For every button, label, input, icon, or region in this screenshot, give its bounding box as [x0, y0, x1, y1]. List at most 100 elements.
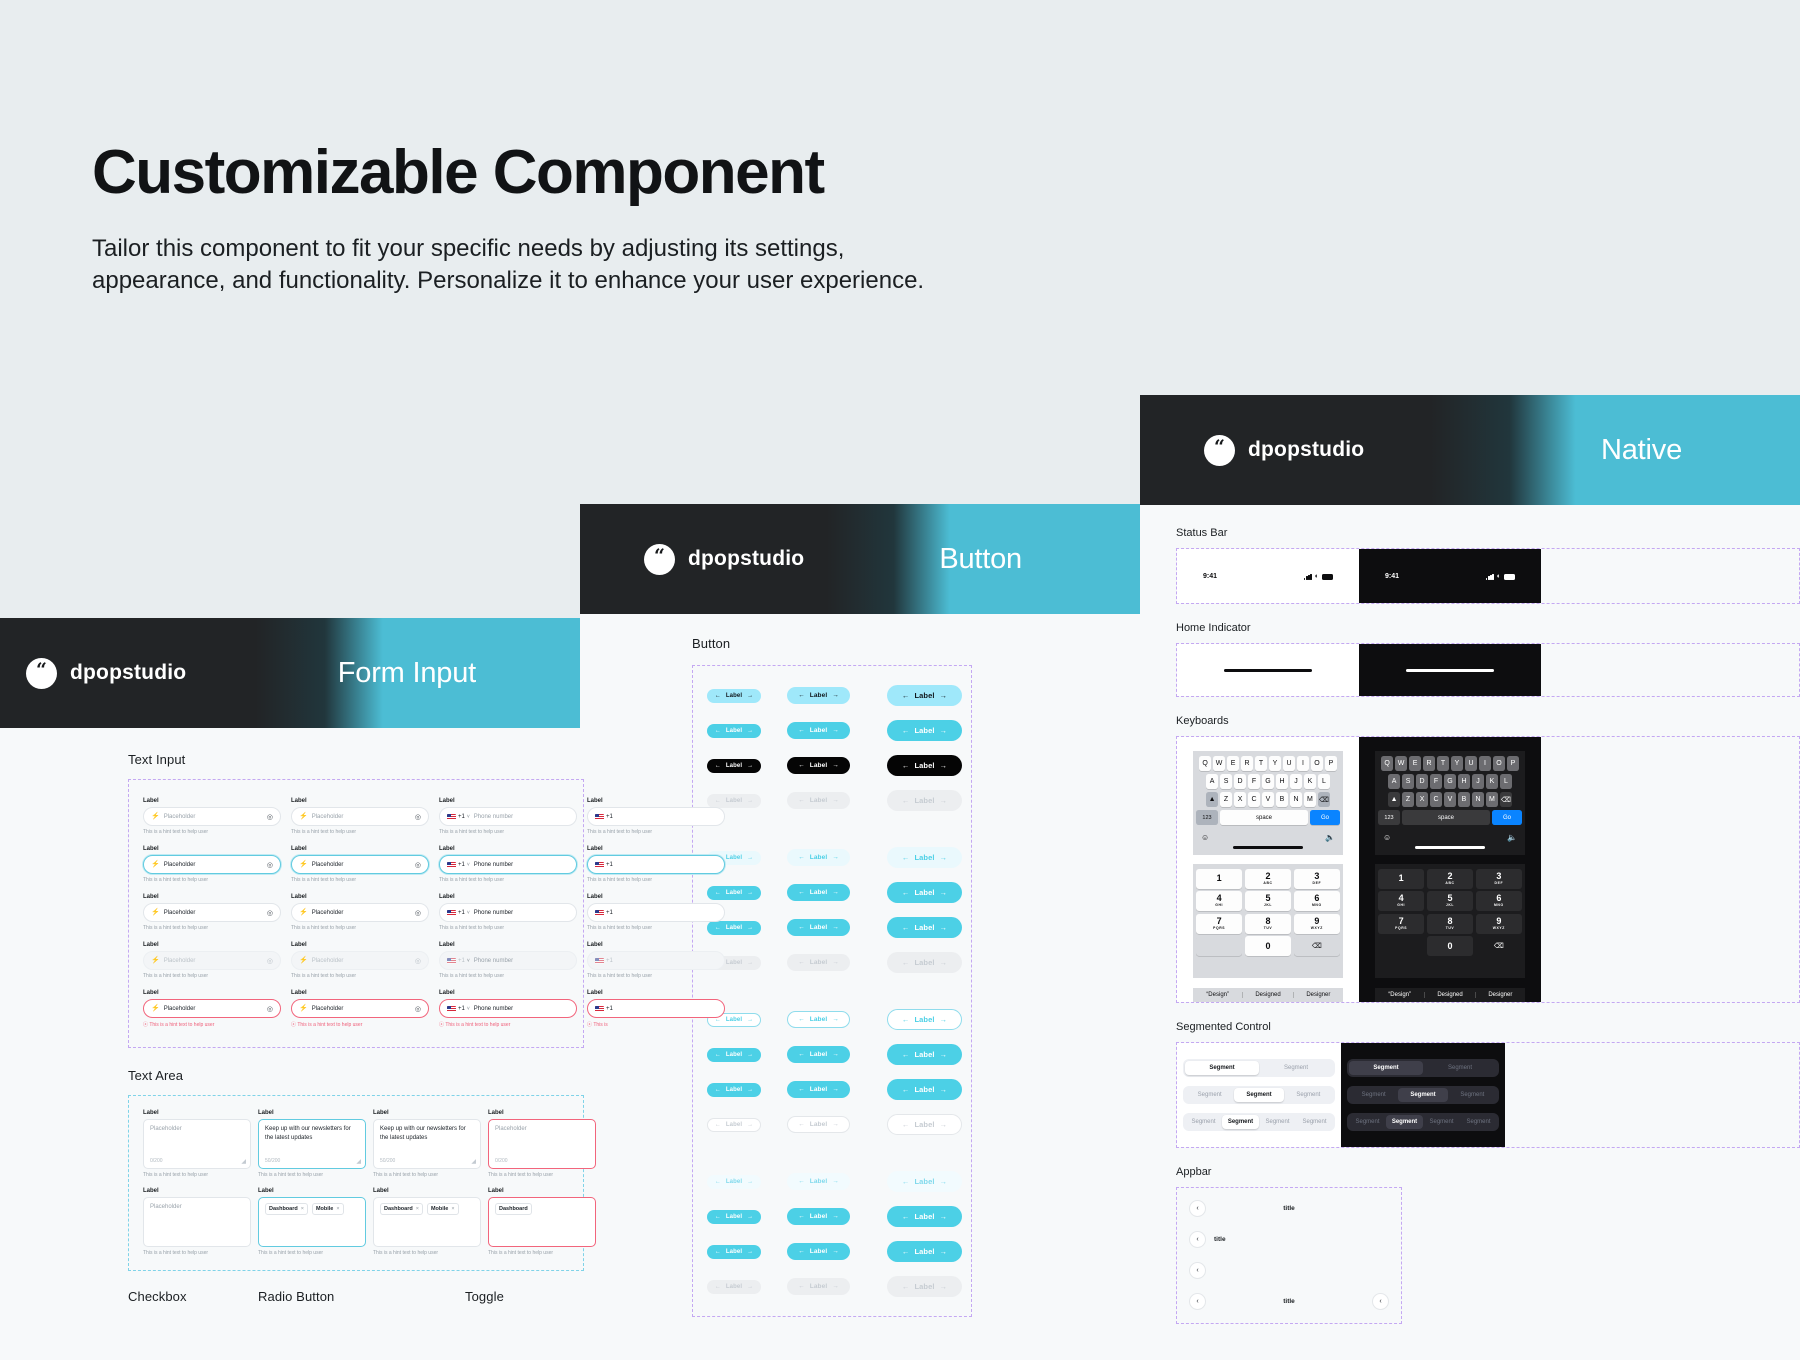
segment-0[interactable]: Segment [1185, 1115, 1222, 1129]
back-chevron-icon[interactable]: ‹ [1189, 1231, 1206, 1249]
key-D[interactable]: D [1416, 774, 1428, 789]
key-L[interactable]: L [1318, 774, 1330, 789]
key-W[interactable]: W [1395, 756, 1407, 771]
backspace-key-icon[interactable]: ⌫ [1500, 792, 1512, 807]
segment-2[interactable]: Segment [1259, 1115, 1296, 1129]
button-cyan-medium[interactable]: ← Label → [787, 722, 850, 739]
phone-input[interactable]: +1 [587, 807, 725, 826]
key-P[interactable]: P [1507, 756, 1519, 771]
key-E[interactable]: E [1227, 756, 1239, 771]
segmented-3[interactable]: Segment Segment Segment [1347, 1085, 1499, 1104]
button-cyan5-small[interactable]: ← Label → [707, 1082, 761, 1097]
home-bar-icon[interactable] [1224, 668, 1312, 672]
key-H[interactable]: H [1458, 774, 1470, 789]
key-F[interactable]: F [1430, 774, 1442, 789]
phone-input[interactable]: +1 ˅ Phone number [439, 807, 577, 826]
appbar-action-icon[interactable]: ‹ [1372, 1293, 1389, 1311]
microphone-icon[interactable]: 🔈 [1507, 833, 1517, 842]
button-cyan7-large[interactable]: ← Label → [887, 1241, 962, 1262]
key-U[interactable]: U [1465, 756, 1477, 771]
key-H[interactable]: H [1276, 774, 1288, 789]
key-T[interactable]: T [1437, 756, 1449, 771]
key-V[interactable]: V [1262, 792, 1274, 807]
shift-key-icon[interactable]: ▲ [1206, 792, 1218, 807]
prediction-1[interactable]: Designed [1242, 991, 1292, 998]
country-selector[interactable]: +1 ˅ [447, 1005, 470, 1012]
back-chevron-icon[interactable]: ‹ [1189, 1200, 1206, 1218]
segment-0[interactable]: Segment [1185, 1060, 1259, 1075]
button-outline-medium[interactable]: ← Label → [787, 1011, 850, 1028]
prediction-1[interactable]: Designed [1424, 991, 1474, 998]
chip-remove-icon[interactable]: × [451, 1206, 454, 1212]
key-Z[interactable]: Z [1220, 792, 1232, 807]
microphone-icon[interactable]: 🔈 [1325, 833, 1335, 842]
key-R[interactable]: R [1241, 756, 1253, 771]
numkey-0[interactable]: 0 [1244, 936, 1292, 957]
chevron-down-icon[interactable]: ˅ [467, 862, 470, 868]
resize-handle-icon[interactable]: ◢ [356, 1158, 361, 1165]
country-selector[interactable]: +1 [595, 909, 613, 916]
phone-input[interactable]: +1 [587, 855, 725, 874]
key-S[interactable]: S [1402, 774, 1414, 789]
segment-0[interactable]: Segment [1185, 1088, 1234, 1102]
key-O[interactable]: O [1311, 756, 1323, 771]
key-Q[interactable]: Q [1381, 756, 1393, 771]
qwerty-keyboard-light[interactable]: QWERTYUIOP ASDFGHJKL ▲ Z X C V B N M ⌫ 1… [1193, 751, 1343, 855]
eye-icon[interactable]: ◎ [415, 813, 421, 821]
segment-2[interactable]: Segment [1448, 1088, 1497, 1102]
key-N[interactable]: N [1472, 792, 1484, 807]
key-N[interactable]: N [1290, 792, 1302, 807]
text-input[interactable]: ⚡ Placeholder ◎ [143, 999, 281, 1018]
key-U[interactable]: U [1283, 756, 1295, 771]
textarea[interactable]: Placeholder 0/200 ◢ [143, 1119, 251, 1169]
segmented-2[interactable]: Segment Segment [1347, 1058, 1499, 1077]
chip-mobile[interactable]: Mobile × [311, 1203, 344, 1215]
segment-1[interactable]: Segment [1386, 1114, 1423, 1129]
button-cyan3-large[interactable]: ← Label → [887, 917, 962, 938]
numkey-6[interactable]: 6 MNO [1475, 891, 1522, 912]
button-tint-large[interactable]: ← Label → [887, 1171, 962, 1192]
segmented-4[interactable]: Segment Segment Segment Segment [1347, 1112, 1499, 1131]
key-J[interactable]: J [1290, 774, 1302, 789]
key-G[interactable]: G [1444, 774, 1456, 789]
key-K[interactable]: K [1304, 774, 1316, 789]
button-cyan5-large[interactable]: ← Label → [887, 1079, 962, 1100]
key-M[interactable]: M [1304, 792, 1316, 807]
chip-remove-icon[interactable]: × [416, 1206, 419, 1212]
numkey-1[interactable]: 1 [1378, 868, 1425, 889]
key-S[interactable]: S [1220, 774, 1232, 789]
text-input[interactable]: ⚡ Placeholder ◎ [291, 903, 429, 922]
key-F[interactable]: F [1248, 774, 1260, 789]
eye-icon[interactable]: ◎ [415, 909, 421, 917]
prediction-2[interactable]: Designer [1292, 991, 1343, 998]
text-input[interactable]: ⚡ Placeholder ◎ [143, 855, 281, 874]
segment-2[interactable]: Segment [1423, 1115, 1460, 1129]
segmented-2[interactable]: Segment Segment [1183, 1058, 1335, 1077]
key-X[interactable]: X [1416, 792, 1428, 807]
button-cyan-large[interactable]: ← Label → [887, 720, 962, 741]
chip-textarea[interactable]: Dashboard × Mobile × [373, 1197, 481, 1247]
eye-icon[interactable]: ◎ [415, 1005, 421, 1013]
button-tint-medium[interactable]: ← Label → [787, 1173, 850, 1190]
numkey-4[interactable]: 4 GHI [1378, 891, 1425, 912]
button-cyan7-small[interactable]: ← Label → [707, 1244, 761, 1259]
button-cyan7-medium[interactable]: ← Label → [787, 1243, 850, 1260]
back-chevron-icon[interactable]: ‹ [1189, 1293, 1206, 1311]
numeric-keypad-dark[interactable]: 1 2 ABC 3 DEF 4 GHI 5 JKL 6 MNO 7 PQRS 8 TUV 9 WXYZ 0 ⌫ [1375, 863, 1525, 978]
numeric-keypad-light[interactable]: 1 2 ABC 3 DEF 4 GHI 5 JKL 6 MNO 7 PQRS 8 TUV 9 WXYZ 0 ⌫ [1193, 863, 1343, 978]
chip-dashboard[interactable]: Dashboard × [380, 1203, 423, 1215]
chip-remove-icon[interactable]: × [336, 1206, 339, 1212]
backspace-key-icon[interactable]: ⌫ [1318, 792, 1330, 807]
numkey-4[interactable]: 4 GHI [1196, 891, 1243, 912]
numkey-7[interactable]: 7 PQRS [1196, 913, 1243, 934]
country-selector[interactable]: +1 [595, 813, 613, 820]
button-cyan-small[interactable]: ← Label → [707, 723, 761, 738]
chip-mobile[interactable]: Mobile × [426, 1203, 459, 1215]
numkey-0[interactable]: 0 [1426, 936, 1474, 957]
button-cyan4-small[interactable]: ← Label → [707, 1047, 761, 1062]
text-input[interactable]: ⚡ Placeholder ◎ [291, 855, 429, 874]
button-cyan3-medium[interactable]: ← Label → [787, 919, 850, 936]
numpad-backspace-icon[interactable]: ⌫ [1476, 936, 1522, 956]
key-C[interactable]: C [1430, 792, 1442, 807]
eye-icon[interactable]: ◎ [267, 813, 273, 821]
